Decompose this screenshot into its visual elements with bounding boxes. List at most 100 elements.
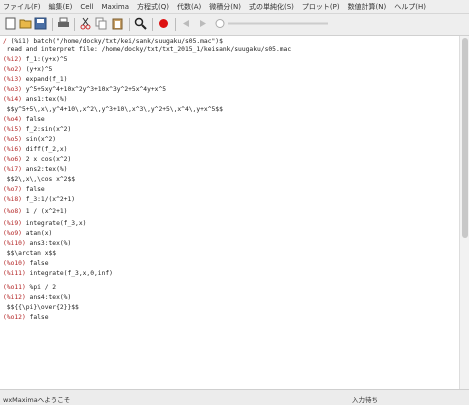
cell-text: ans4:tex(%): [29, 294, 72, 301]
cell-text: false: [29, 260, 49, 267]
cell-text: false: [25, 116, 45, 123]
cell-label: (%i3): [3, 76, 22, 83]
worksheet-line[interactable]: $$\arctan x$$: [3, 250, 56, 258]
cell-label: (%o9): [3, 230, 22, 237]
worksheet-line[interactable]: (%i4) ans1:tex(%): [3, 96, 67, 104]
worksheet-line[interactable]: (%i7) ans2:tex(%): [3, 166, 67, 174]
menu-item[interactable]: 方程式(Q): [137, 2, 169, 12]
cell-text: sin(x^2): [25, 136, 57, 143]
cell-text: $$\arctan x$$: [6, 250, 57, 257]
cell-text: atan(x): [25, 230, 53, 237]
cell-text: f_1:(y+x)^5: [25, 56, 68, 63]
cell-text: 1 / (x^2+1): [25, 208, 68, 215]
worksheet-line[interactable]: (%i11) integrate(f_3,x,0,inf): [3, 270, 113, 278]
worksheet-line[interactable]: read and interpret file: /home/docky/txt…: [3, 46, 291, 54]
worksheet-line[interactable]: (%o4) false: [3, 116, 45, 124]
cell-label: (%i9): [3, 220, 22, 227]
interrupt-icon[interactable]: [157, 17, 170, 30]
status-message: wxMaximaへようこそ: [3, 396, 71, 404]
worksheet-line[interactable]: (%o8) 1 / (x^2+1): [3, 208, 67, 216]
menu-item[interactable]: 微積分(N): [209, 2, 241, 12]
worksheet-line[interactable]: (%i5) f_2:sin(x^2): [3, 126, 71, 134]
menu-item[interactable]: ファイル(F): [3, 2, 41, 12]
cell-text: false: [29, 314, 49, 321]
paste-icon[interactable]: [111, 17, 124, 30]
cell-text: $${{\pi}\over{2}}$$: [6, 304, 79, 311]
cut-icon[interactable]: [79, 17, 92, 30]
animation-slider-icon[interactable]: [214, 17, 334, 30]
cell-text: 2 x cos(x^2): [25, 156, 72, 163]
status-state: 入力待ち: [352, 396, 378, 404]
worksheet-line[interactable]: (%i12) ans4:tex(%): [3, 294, 71, 302]
worksheet-line[interactable]: (%o9) atan(x): [3, 230, 52, 238]
cell-label: (%o6): [3, 156, 22, 163]
copy-icon[interactable]: [95, 17, 108, 30]
cell-label: (%i4): [3, 96, 22, 103]
open-file-icon[interactable]: [19, 17, 32, 30]
worksheet-line[interactable]: (%o12) false: [3, 314, 49, 322]
scrollbar-thumb[interactable]: [462, 38, 468, 238]
cell-text: diff(f_2,x): [25, 146, 68, 153]
worksheet-line[interactable]: (%o5) sin(x^2): [3, 136, 56, 144]
worksheet-line[interactable]: (%i6) diff(f_2,x): [3, 146, 67, 154]
worksheet-line[interactable]: (%o10) false: [3, 260, 49, 268]
worksheet-line[interactable]: (%i9) integrate(f_3,x): [3, 220, 86, 228]
print-icon[interactable]: [57, 17, 70, 30]
cell-text: f_2:sin(x^2): [25, 126, 72, 133]
menu-item[interactable]: 数値計算(N): [348, 2, 387, 12]
cell-label: (%o7): [3, 186, 22, 193]
new-file-icon[interactable]: [4, 17, 17, 30]
menu-item[interactable]: 編集(E): [49, 2, 73, 12]
cell-label: (%o11): [3, 284, 26, 291]
cell-text: $$2\,x\,\cos x^2$$: [6, 176, 76, 183]
find-icon[interactable]: [134, 17, 147, 30]
cell-text: read and interpret file: /home/docky/txt…: [6, 46, 292, 53]
worksheet-line[interactable]: (%i3) expand(f_1): [3, 76, 67, 84]
cell-label: (%o4): [3, 116, 22, 123]
worksheet-line[interactable]: (%i8) f_3:1/(x^2+1): [3, 196, 75, 204]
worksheet-line[interactable]: (%i2) f_1:(y+x)^5: [3, 56, 67, 64]
menu-item[interactable]: Maxima: [101, 3, 129, 11]
menu-item[interactable]: Cell: [80, 3, 93, 11]
worksheet-line[interactable]: (%o3) y^5+5xy^4+10x^2y^3+10x^3y^2+5x^4y+…: [3, 86, 166, 94]
status-bar: wxMaximaへようこそ 入力待ち: [0, 389, 469, 405]
cell-label: (%i12): [3, 294, 26, 301]
worksheet-line[interactable]: $${{\pi}\over{2}}$$: [3, 304, 79, 312]
menu-item[interactable]: ヘルプ(H): [394, 2, 426, 12]
cell-label: (%i2): [3, 56, 22, 63]
cell-label: (%i7): [3, 166, 22, 173]
cell-text: integrate(f_3,x): [25, 220, 87, 227]
cell-label: (%i11): [3, 270, 26, 277]
worksheet[interactable]: / (%i1) batch("/home/docky/txt/kei/sank/…: [0, 36, 459, 389]
cell-text: ans3:tex(%): [29, 240, 72, 247]
cell-label: (%o8): [3, 208, 22, 215]
worksheet-line[interactable]: (%i10) ans3:tex(%): [3, 240, 71, 248]
cell-label: (%i5): [3, 126, 22, 133]
cell-label: (%o10): [3, 260, 26, 267]
menu-item[interactable]: プロット(P): [302, 2, 340, 12]
cell-label: (%o12): [3, 314, 26, 321]
worksheet-line[interactable]: $$2\,x\,\cos x^2$$: [3, 176, 75, 184]
menu-bar: ファイル(F) 編集(E) Cell Maxima 方程式(Q) 代数(A) 微積分(N) 式…: [0, 0, 469, 14]
worksheet-line[interactable]: / (%i1) batch("/home/docky/txt/kei/sank/…: [3, 38, 223, 46]
cell-text: (%i1) batch("/home/docky/txt/kei/sank/su…: [10, 38, 223, 45]
cell-text: integrate(f_3,x,0,inf): [29, 270, 113, 277]
cell-text: ans2:tex(%): [25, 166, 68, 173]
cell-label: (%o5): [3, 136, 22, 143]
cell-text: $$y^5+5\,x\,y^4+10\,x^2\,y^3+10\,x^3\,y^…: [6, 106, 223, 113]
worksheet-line[interactable]: $$y^5+5\,x\,y^4+10\,x^2\,y^3+10\,x^3\,y^…: [3, 106, 223, 114]
menu-item[interactable]: 式の単純化(S): [249, 2, 294, 12]
worksheet-line[interactable]: (%o6) 2 x cos(x^2): [3, 156, 71, 164]
save-icon[interactable]: [34, 17, 47, 30]
worksheet-line[interactable]: (%o11) %pi / 2: [3, 284, 56, 292]
worksheet-line[interactable]: (%o2) (y+x)^5: [3, 66, 52, 74]
cell-text: f_3:1/(x^2+1): [25, 196, 76, 203]
cell-text: %pi / 2: [29, 284, 57, 291]
worksheet-line[interactable]: (%o7) false: [3, 186, 45, 194]
vertical-scrollbar[interactable]: [459, 36, 469, 389]
cell-text: expand(f_1): [25, 76, 68, 83]
cell-label: (%i8): [3, 196, 22, 203]
menu-item[interactable]: 代数(A): [177, 2, 201, 12]
animation-play-icon[interactable]: [196, 17, 209, 30]
animation-back-icon[interactable]: [180, 17, 193, 30]
